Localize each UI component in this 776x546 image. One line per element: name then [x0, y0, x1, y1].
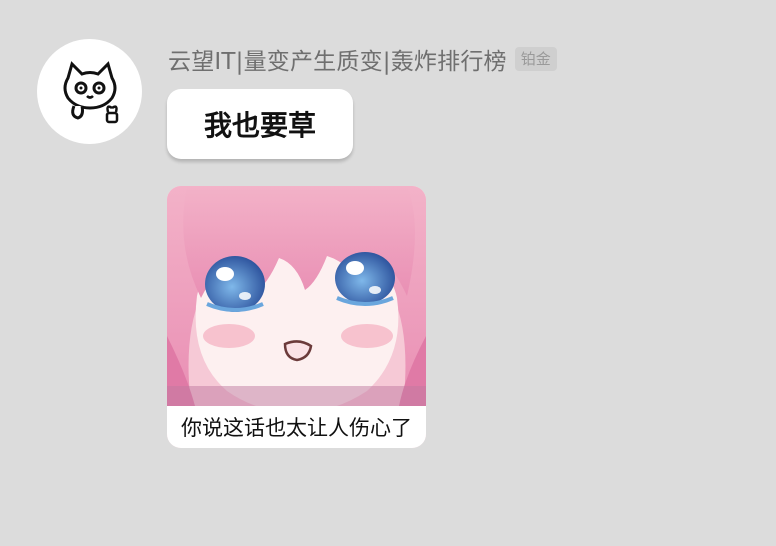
text-message-bubble[interactable]: 我也要草: [167, 89, 353, 159]
cat-avatar-icon: [63, 60, 118, 123]
sticker-caption: 你说这话也太让人伤心了: [167, 406, 426, 448]
sticker-image[interactable]: 你说这话也太让人伤心了: [167, 186, 426, 448]
message-header: 云望IT|量变产生质变|轰炸排行榜 铂金: [168, 42, 557, 76]
rank-badge: 铂金: [514, 47, 557, 71]
sender-name[interactable]: 云望IT|量变产生质变|轰炸排行榜: [168, 42, 507, 76]
sender-avatar[interactable]: [37, 39, 142, 144]
